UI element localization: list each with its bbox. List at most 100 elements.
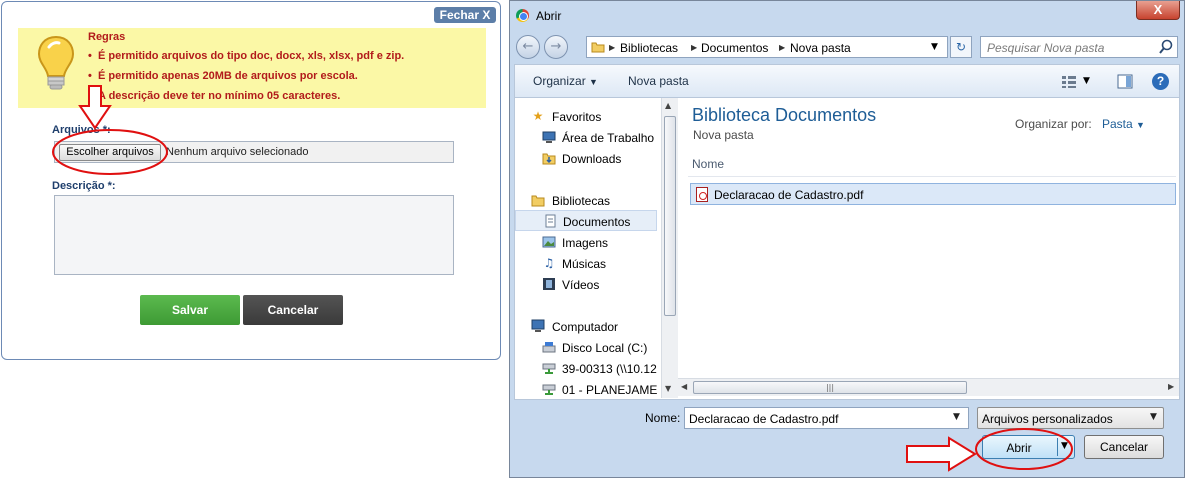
scroll-right-icon[interactable]: ▶ bbox=[1168, 382, 1174, 391]
nav-network-drive[interactable]: 39-00313 (\\10.12 bbox=[515, 358, 657, 379]
new-folder-button[interactable]: Nova pasta bbox=[628, 74, 689, 88]
network-drive-icon bbox=[542, 382, 556, 396]
search-icon[interactable] bbox=[1159, 39, 1173, 55]
description-textarea[interactable] bbox=[54, 195, 454, 275]
scroll-up-icon[interactable]: ▲ bbox=[665, 101, 671, 110]
dialog-cancel-button[interactable]: Cancelar bbox=[1084, 435, 1164, 459]
chevron-down-icon[interactable]: ▼ bbox=[1083, 76, 1090, 86]
window-close-button[interactable]: X bbox=[1136, 1, 1180, 20]
cancel-button[interactable]: Cancelar bbox=[243, 295, 343, 325]
arrange-by-dropdown[interactable]: Pasta ▼ bbox=[1102, 117, 1145, 131]
choose-files-button[interactable]: Escolher arquivos bbox=[59, 144, 161, 161]
nav-label: Documentos bbox=[563, 215, 631, 229]
dialog-footer: Nome: Declaracao de Cadastro.pdf ▼ Arqui… bbox=[510, 400, 1184, 477]
network-drive-icon bbox=[542, 361, 556, 375]
chevron-down-icon[interactable]: ▼ bbox=[1061, 441, 1068, 451]
nav-label: Imagens bbox=[562, 236, 609, 250]
nav-network-drive[interactable]: 01 - PLANEJAME bbox=[515, 379, 657, 400]
files-label: Arquivos *: bbox=[52, 124, 111, 136]
filename-input[interactable]: Declaracao de Cadastro.pdf ▼ bbox=[684, 407, 969, 429]
file-list-pane: Biblioteca Documentos Nova pasta Organiz… bbox=[678, 98, 1179, 398]
star-icon: ★ bbox=[532, 109, 544, 123]
nav-favorites[interactable]: ★ Favoritos bbox=[515, 106, 657, 127]
videos-icon bbox=[542, 277, 556, 291]
organize-label: Organizar bbox=[533, 74, 586, 88]
nav-videos[interactable]: Vídeos bbox=[515, 274, 657, 295]
breadcrumb[interactable]: ▶ Bibliotecas ▶ Documentos ▶ Nova pasta … bbox=[586, 36, 948, 58]
nav-computer[interactable]: Computador bbox=[515, 316, 657, 337]
refresh-icon[interactable]: ↻ bbox=[950, 36, 972, 58]
scrollbar-thumb[interactable]: ||| bbox=[693, 381, 967, 394]
preview-pane-icon[interactable] bbox=[1117, 74, 1133, 89]
chevron-down-icon[interactable]: ▼ bbox=[931, 42, 938, 52]
nav-label: Downloads bbox=[562, 152, 622, 166]
help-icon[interactable]: ? bbox=[1152, 73, 1169, 90]
arrange-by-value: Pasta bbox=[1102, 117, 1133, 131]
rule-item: É permitido apenas 20MB de arquivos por … bbox=[88, 69, 404, 89]
breadcrumb-item[interactable]: Bibliotecas bbox=[620, 41, 678, 55]
split-divider bbox=[1057, 438, 1058, 456]
lightbulb-icon bbox=[37, 35, 75, 90]
dialog-titlebar: Abrir X bbox=[510, 1, 1184, 31]
save-button[interactable]: Salvar bbox=[140, 295, 240, 325]
back-arrow-icon[interactable]: ← bbox=[516, 35, 540, 59]
computer-icon bbox=[531, 319, 545, 333]
nav-libraries[interactable]: Bibliotecas bbox=[515, 190, 657, 211]
rule-item: A descrição deve ter no mínimo 05 caract… bbox=[88, 89, 404, 109]
pictures-icon bbox=[542, 235, 556, 249]
dialog-title: Abrir bbox=[536, 9, 562, 23]
search-placeholder: Pesquisar Nova pasta bbox=[987, 41, 1105, 55]
downloads-folder-icon bbox=[542, 151, 556, 165]
nav-downloads[interactable]: Downloads bbox=[515, 148, 657, 169]
view-options-icon[interactable] bbox=[1061, 75, 1077, 89]
breadcrumb-item[interactable]: Nova pasta bbox=[790, 41, 851, 55]
horizontal-scrollbar[interactable]: ◀ ||| ▶ bbox=[678, 378, 1179, 396]
chrome-icon bbox=[516, 9, 529, 22]
file-name: Declaracao de Cadastro.pdf bbox=[714, 188, 864, 202]
scroll-down-icon[interactable]: ▼ bbox=[665, 384, 671, 393]
nav-documents[interactable]: Documentos bbox=[515, 210, 657, 231]
nav-label: 01 - PLANEJAME bbox=[562, 383, 657, 397]
nav-local-disk[interactable]: Disco Local (C:) bbox=[515, 337, 657, 358]
dialog-body: ★ Favoritos Área de Trabalho Downloads B… bbox=[514, 98, 1180, 400]
open-button[interactable]: Abrir ▼ bbox=[982, 435, 1075, 459]
scroll-left-icon[interactable]: ◀ bbox=[681, 382, 687, 391]
breadcrumb-chevron-icon[interactable]: ▶ bbox=[609, 43, 615, 52]
navigation-pane: ★ Favoritos Área de Trabalho Downloads B… bbox=[515, 98, 661, 398]
search-input[interactable]: Pesquisar Nova pasta bbox=[980, 36, 1178, 58]
dialog-toolbar: Organizar ▼ Nova pasta ▼ ? bbox=[514, 64, 1180, 98]
description-label: Descrição *: bbox=[52, 180, 116, 192]
column-header-name[interactable]: Nome bbox=[692, 157, 724, 171]
libraries-icon bbox=[531, 193, 545, 207]
nav-music[interactable]: ♫ Músicas bbox=[515, 253, 657, 274]
forward-arrow-icon[interactable]: → bbox=[544, 35, 568, 59]
file-input[interactable]: Escolher arquivos Nenhum arquivo selecio… bbox=[54, 141, 454, 163]
rules-list: É permitido arquivos do tipo doc, docx, … bbox=[88, 49, 404, 109]
desktop-icon bbox=[542, 130, 556, 144]
breadcrumb-chevron-icon[interactable]: ▶ bbox=[691, 43, 697, 52]
nav-label: Disco Local (C:) bbox=[562, 341, 648, 355]
breadcrumb-chevron-icon[interactable]: ▶ bbox=[779, 43, 785, 52]
chevron-down-icon[interactable]: ▼ bbox=[953, 412, 960, 422]
music-icon: ♫ bbox=[543, 256, 555, 270]
no-file-selected-text: Nenhum arquivo selecionado bbox=[166, 146, 309, 158]
nav-label: Computador bbox=[552, 320, 619, 334]
close-form-button[interactable]: Fechar X bbox=[434, 7, 496, 23]
nav-label: Área de Trabalho bbox=[562, 131, 655, 145]
file-type-select[interactable]: Arquivos personalizados ▼ bbox=[977, 407, 1164, 429]
scrollbar-thumb[interactable] bbox=[664, 116, 676, 316]
rule-item: É permitido arquivos do tipo doc, docx, … bbox=[88, 49, 404, 69]
pdf-file-icon bbox=[696, 187, 708, 202]
organize-menu[interactable]: Organizar ▼ bbox=[533, 74, 598, 88]
library-title: Biblioteca Documentos bbox=[692, 105, 877, 125]
nav-label: 39-00313 (\\10.12 bbox=[562, 362, 657, 376]
nav-scrollbar[interactable]: ▲ ▼ bbox=[661, 98, 678, 398]
breadcrumb-item[interactable]: Documentos bbox=[701, 41, 768, 55]
nav-pictures[interactable]: Imagens bbox=[515, 232, 657, 253]
file-list-item[interactable]: Declaracao de Cadastro.pdf bbox=[690, 183, 1176, 205]
documents-icon bbox=[543, 214, 557, 228]
chevron-down-icon: ▼ bbox=[1150, 412, 1157, 422]
column-divider bbox=[688, 176, 1176, 177]
nav-desktop[interactable]: Área de Trabalho bbox=[515, 127, 657, 148]
filename-value: Declaracao de Cadastro.pdf bbox=[689, 412, 839, 426]
